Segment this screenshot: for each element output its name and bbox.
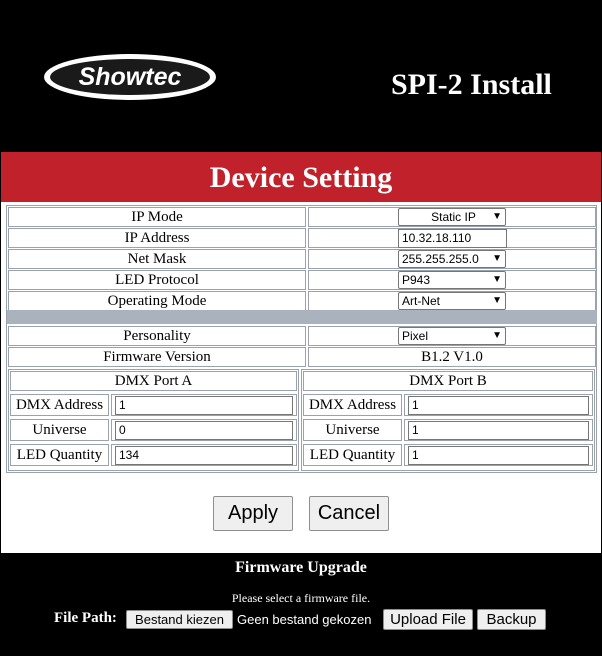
personality-label: Personality xyxy=(8,326,306,346)
backup-button[interactable]: Backup xyxy=(477,609,546,630)
port-b-led-quantity-label: LED Quantity xyxy=(303,444,402,466)
chevron-down-icon: ▼ xyxy=(492,295,502,306)
chevron-down-icon: ▼ xyxy=(492,330,502,341)
port-b-led-quantity-cell: 1 xyxy=(404,444,593,466)
port-a-led-quantity-label: LED Quantity xyxy=(10,444,109,466)
firmware-hint: Please select a firmware file. xyxy=(231,591,371,605)
ip-address-cell: 10.32.18.110 xyxy=(308,228,596,248)
file-path-label: File Path: xyxy=(54,610,117,626)
personality-value: Pixel xyxy=(402,329,429,343)
port-b-universe-cell: 1 xyxy=(404,419,593,441)
led-protocol-label: LED Protocol xyxy=(8,270,306,290)
port-a-dmx-address-label: DMX Address xyxy=(10,394,109,416)
ip-mode-cell: Static IP ▼ xyxy=(308,207,596,227)
chevron-down-icon: ▼ xyxy=(492,274,502,285)
chevron-down-icon: ▼ xyxy=(492,211,502,222)
port-a-universe-cell: 0 xyxy=(111,419,297,441)
apply-button[interactable]: Apply xyxy=(213,496,293,531)
section-divider xyxy=(7,310,597,324)
device-settings-panel: IP Mode Static IP ▼ IP Address 10.32.18.1… xyxy=(1,202,601,553)
port-b-dmx-address-label: DMX Address xyxy=(303,394,402,416)
chevron-down-icon: ▼ xyxy=(492,253,502,264)
firmware-version-label: Firmware Version xyxy=(8,347,306,367)
dmx-port-b-title: DMX Port B xyxy=(303,371,593,391)
firmware-upgrade-title: Firmware Upgrade xyxy=(235,559,367,576)
ip-mode-value: Static IP xyxy=(431,210,476,224)
ip-address-label: IP Address xyxy=(8,228,306,248)
led-protocol-value: P943 xyxy=(402,273,431,287)
ip-mode-label: IP Mode xyxy=(8,207,306,227)
led-protocol-select[interactable]: P943 ▼ xyxy=(398,271,506,289)
port-a-universe-label: Universe xyxy=(10,419,109,441)
net-mask-label: Net Mask xyxy=(8,249,306,269)
led-protocol-cell: P943 ▼ xyxy=(308,270,596,290)
port-b-universe-input[interactable]: 1 xyxy=(408,421,589,440)
upload-file-button[interactable]: Upload File xyxy=(383,609,473,630)
ip-address-input[interactable]: 10.32.18.110 xyxy=(398,229,507,248)
product-title: SPI-2 Install xyxy=(391,68,552,101)
port-a-dmx-address-input[interactable]: 1 xyxy=(115,396,293,415)
ip-mode-select[interactable]: Static IP ▼ xyxy=(398,208,506,226)
choose-file-button[interactable]: Bestand kiezen xyxy=(126,610,233,629)
page-title: Device Setting xyxy=(1,152,601,202)
firmware-upgrade-section: Firmware Upgrade Please select a firmwar… xyxy=(0,553,602,656)
dmx-port-a-title: DMX Port A xyxy=(10,371,297,391)
svg-text:Showtec: Showtec xyxy=(79,63,182,91)
operating-mode-label: Operating Mode xyxy=(8,291,306,311)
operating-mode-value: Art-Net xyxy=(402,294,441,308)
personality-select[interactable]: Pixel ▼ xyxy=(398,327,506,345)
port-b-universe-label: Universe xyxy=(303,419,402,441)
operating-mode-cell: Art-Net ▼ xyxy=(308,291,596,311)
port-a-dmx-address-cell: 1 xyxy=(111,394,297,416)
net-mask-value: 255.255.255.0 xyxy=(402,252,479,266)
showtec-logo: Showtec xyxy=(42,52,218,107)
port-b-led-quantity-input[interactable]: 1 xyxy=(408,446,589,465)
header: Showtec SPI-2 Install xyxy=(0,0,602,152)
net-mask-select[interactable]: 255.255.255.0 ▼ xyxy=(398,250,506,268)
no-file-chosen-text: Geen bestand gekozen xyxy=(237,612,372,627)
port-a-led-quantity-cell: 134 xyxy=(111,444,297,466)
port-b-dmx-address-input[interactable]: 1 xyxy=(408,396,589,415)
personality-cell: Pixel ▼ xyxy=(308,326,596,346)
port-a-led-quantity-input[interactable]: 134 xyxy=(115,446,293,465)
port-a-universe-input[interactable]: 0 xyxy=(115,421,293,440)
firmware-version-value: B1.2 V1.0 xyxy=(308,347,596,367)
net-mask-cell: 255.255.255.0 ▼ xyxy=(308,249,596,269)
port-b-dmx-address-cell: 1 xyxy=(404,394,593,416)
operating-mode-select[interactable]: Art-Net ▼ xyxy=(398,292,506,310)
cancel-button[interactable]: Cancel xyxy=(309,496,389,531)
